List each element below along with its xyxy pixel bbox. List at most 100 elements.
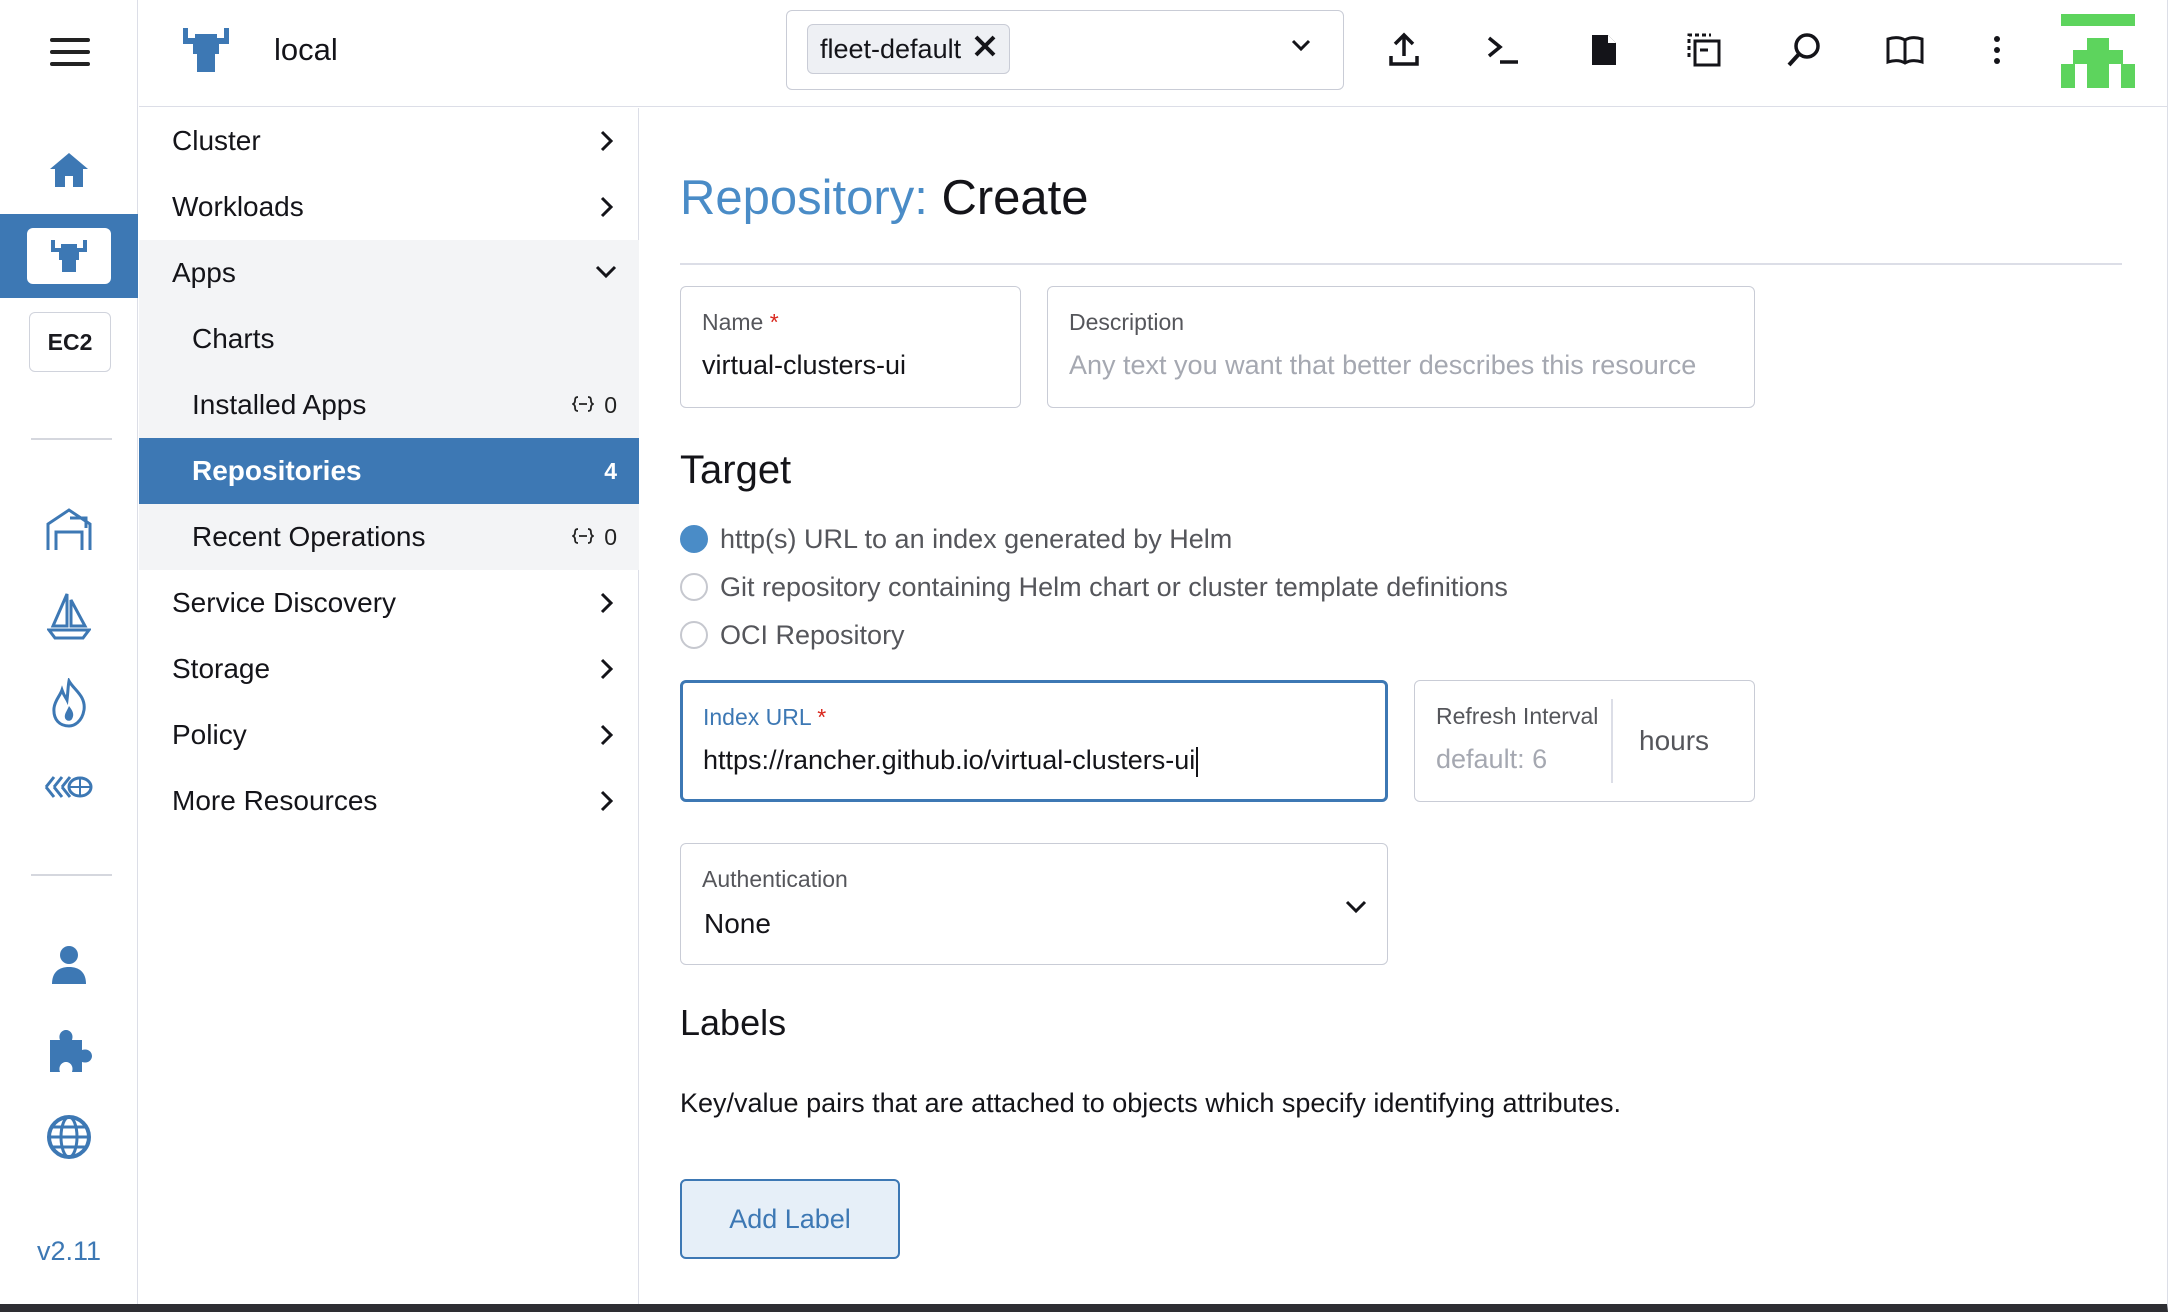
refresh-interval-field[interactable]: Refresh Interval default: 6 hours (1414, 680, 1755, 802)
globe-icon[interactable] (0, 1102, 138, 1172)
index-url-field[interactable]: Index URL * https://rancher.github.io/vi… (680, 680, 1388, 802)
nav-group-workloads[interactable]: Workloads (139, 174, 639, 240)
nav-group-label: Apps (172, 257, 236, 288)
name-field-value: virtual-clusters-ui (702, 350, 907, 380)
nav-group-service-discovery[interactable]: Service Discovery (139, 570, 639, 636)
refresh-interval-unit: hours (1639, 725, 1710, 756)
sailboat-icon[interactable] (0, 580, 138, 650)
main-content: Repository: Create Name * virtual-cluste… (640, 108, 2160, 1304)
unit-divider (1611, 699, 1613, 783)
description-field[interactable]: Description Any text you want that bette… (1047, 286, 1755, 408)
chevron-right-icon (599, 724, 615, 751)
labels-heading: Labels (680, 1002, 787, 1043)
target-heading: Target (680, 448, 792, 492)
page-title-type[interactable]: Repository: (680, 171, 928, 225)
refresh-interval-placeholder: default: 6 (1436, 744, 1548, 774)
nav-group-label: More Resources (172, 785, 378, 816)
nav-item-recent-operations[interactable]: Recent Operations 0 (139, 504, 639, 570)
index-url-label: Index URL * (703, 704, 827, 730)
nav-group-label: Policy (172, 719, 247, 750)
cluster-explorer-icon[interactable] (0, 214, 138, 298)
count-value: 4 (604, 458, 617, 484)
count-value: 0 (604, 392, 617, 418)
namespaced-icon (571, 392, 596, 419)
nav-group-storage[interactable]: Storage (139, 636, 639, 702)
description-field-label: Description (1069, 309, 1185, 335)
more-actions-icon[interactable] (1965, 18, 2029, 82)
nav-item-label: Installed Apps (192, 389, 367, 420)
chevron-down-icon (595, 264, 617, 285)
radio-selected-icon (680, 525, 708, 553)
kubectl-shell-icon[interactable] (1471, 18, 1535, 82)
page-title-mode: Create (941, 171, 1089, 225)
nav-group-more-resources[interactable]: More Resources (139, 768, 639, 834)
nav-group-label: Service Discovery (172, 587, 397, 618)
nav-item-label: Repositories (192, 455, 362, 486)
longhorn-storage-icon[interactable] (0, 752, 138, 822)
namespace-chip: fleet-default (807, 24, 1011, 74)
authentication-label: Authentication (702, 866, 848, 892)
radio-label: Git repository containing Helm chart or … (720, 571, 1508, 602)
hamburger-menu-icon[interactable] (50, 36, 90, 68)
title-divider (680, 263, 2122, 265)
nav-group-cluster[interactable]: Cluster (139, 108, 639, 174)
version-link[interactable]: v2.11 (0, 1236, 138, 1267)
radio-unselected-icon (680, 573, 708, 601)
chevron-down-icon (1345, 900, 1367, 919)
user-icon[interactable] (0, 930, 138, 1000)
nav-group-apps[interactable]: Apps (139, 240, 639, 306)
top-header: local fleet-default (139, 0, 2168, 107)
remove-chip-icon[interactable] (973, 34, 997, 65)
page-title: Repository: Create (680, 170, 1089, 226)
search-icon[interactable] (1772, 18, 1836, 82)
cluster-logo-icon (179, 26, 233, 76)
chevron-right-icon (599, 592, 615, 619)
flame-icon[interactable] (0, 668, 138, 738)
target-option-git[interactable]: Git repository containing Helm chart or … (680, 569, 1508, 605)
nav-item-installed-apps[interactable]: Installed Apps 0 (139, 372, 639, 438)
nav-group-policy[interactable]: Policy (139, 702, 639, 768)
ec2-cluster-button[interactable]: EC2 (29, 312, 111, 372)
nav-group-label: Cluster (172, 125, 261, 156)
nav-item-repositories[interactable]: Repositories 4 (139, 438, 639, 504)
extensions-puzzle-icon[interactable] (0, 1016, 138, 1086)
user-avatar[interactable] (2061, 14, 2135, 88)
resource-count: 0 (571, 524, 617, 551)
target-option-oci[interactable]: OCI Repository (680, 617, 905, 653)
namespace-filter-select[interactable]: fleet-default (786, 10, 1344, 90)
namespaced-icon (571, 524, 596, 551)
copy-kubeconfig-icon[interactable] (1672, 18, 1736, 82)
name-field[interactable]: Name * virtual-clusters-ui (680, 286, 1021, 408)
target-option-helm-index[interactable]: http(s) URL to an index generated by Hel… (680, 521, 1232, 557)
cluster-name: local (274, 32, 338, 67)
chevron-right-icon (599, 790, 615, 817)
side-rail: EC2 v2.11 (0, 0, 138, 1312)
chevron-right-icon (599, 658, 615, 685)
nav-item-label: Charts (192, 323, 275, 354)
name-field-label: Name * (702, 309, 779, 335)
refresh-interval-label: Refresh Interval (1436, 703, 1599, 729)
index-url-value: https://rancher.github.io/virtual-cluste… (703, 745, 1199, 777)
resource-count: 4 (604, 458, 617, 485)
home-icon[interactable] (0, 135, 138, 205)
upload-icon[interactable] (1372, 18, 1436, 82)
labels-help-text: Key/value pairs that are attached to obj… (680, 1088, 1622, 1118)
radio-label: OCI Repository (720, 619, 905, 650)
cluster-side-nav: Cluster Workloads Apps Charts Installed … (139, 108, 639, 1304)
rancher-app: EC2 v2.11 local fleet-default Cluster Wo… (0, 0, 2168, 1312)
add-label-button[interactable]: Add Label (680, 1179, 900, 1259)
docs-book-icon[interactable] (1873, 18, 1937, 82)
description-placeholder: Any text you want that better describes … (1069, 350, 1697, 380)
chevron-right-icon (599, 130, 615, 157)
chevron-right-icon (599, 196, 615, 223)
fleet-warehouse-icon[interactable] (0, 494, 138, 564)
kubeconfig-file-icon[interactable] (1572, 18, 1636, 82)
chevron-down-icon (1291, 39, 1311, 58)
count-value: 0 (604, 524, 617, 550)
rail-divider (31, 438, 112, 440)
nav-item-charts[interactable]: Charts (139, 306, 639, 372)
authentication-select[interactable]: Authentication None (680, 843, 1388, 965)
radio-unselected-icon (680, 621, 708, 649)
rail-divider (31, 874, 112, 876)
resource-count: 0 (571, 392, 617, 419)
